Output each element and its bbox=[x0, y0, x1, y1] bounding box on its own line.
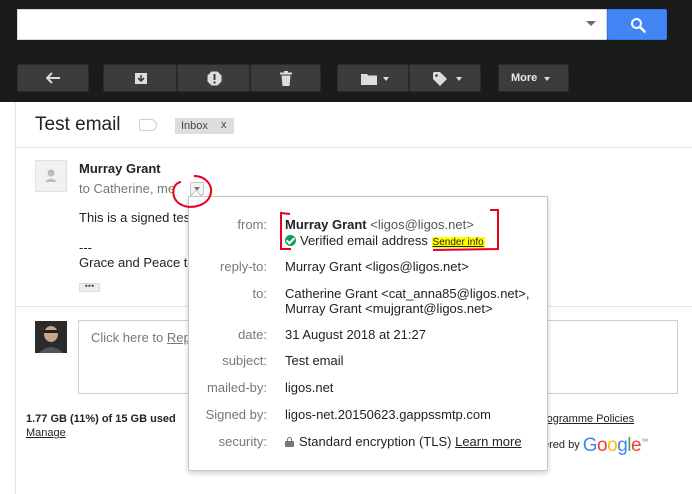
sender-info-link[interactable]: Sender info bbox=[431, 237, 485, 248]
importance-marker-icon[interactable] bbox=[139, 119, 157, 131]
manage-storage-link[interactable]: Manage bbox=[26, 427, 66, 439]
delete-button[interactable] bbox=[250, 64, 321, 92]
folder-icon bbox=[361, 74, 377, 85]
signed-by-label: Signed by: bbox=[205, 407, 267, 422]
google-logo: Google bbox=[582, 435, 642, 456]
powered-by-google: ered by Google™ bbox=[543, 435, 648, 457]
mailed-by-value: ligos.net bbox=[285, 380, 334, 395]
reply-prompt: Click here to Rep bbox=[91, 330, 191, 345]
security-label: security: bbox=[218, 434, 267, 449]
message-body-line: This is a signed tes bbox=[79, 210, 191, 225]
to-label: to: bbox=[252, 286, 267, 301]
more-button[interactable]: More bbox=[498, 64, 569, 92]
lock-icon bbox=[285, 437, 294, 447]
show-trimmed-content-button[interactable]: ••• bbox=[79, 282, 100, 292]
divider bbox=[16, 147, 692, 148]
verified-sender-row: Verified email address Sender info bbox=[285, 233, 485, 248]
more-label: More bbox=[511, 72, 538, 84]
reply-to-label: reply-to: bbox=[220, 259, 267, 274]
sender-avatar[interactable] bbox=[35, 160, 67, 192]
user-photo-icon bbox=[35, 321, 67, 353]
search-input[interactable] bbox=[17, 9, 607, 40]
message-details-popup: from: Murray Grant <ligos@ligos.net> Ver… bbox=[188, 196, 548, 471]
report-spam-button[interactable] bbox=[177, 64, 250, 92]
top-bar: More bbox=[0, 0, 692, 102]
mailed-by-label: mailed-by: bbox=[207, 380, 267, 395]
verified-check-icon bbox=[285, 235, 296, 246]
to-value-line: Catherine Grant <cat_anna85@ligos.net>, bbox=[285, 286, 530, 301]
inbox-label-text: Inbox bbox=[181, 120, 208, 132]
search-options-caret-icon[interactable] bbox=[586, 21, 596, 26]
security-value: Standard encryption (TLS) Learn more bbox=[285, 434, 522, 449]
search-button[interactable] bbox=[607, 9, 667, 40]
subject-value: Test email bbox=[285, 353, 344, 368]
learn-more-link[interactable]: Learn more bbox=[455, 434, 521, 449]
from-value: Murray Grant <ligos@ligos.net> bbox=[285, 217, 474, 232]
message-body-line: --- bbox=[79, 240, 92, 255]
remove-label-button[interactable]: x bbox=[221, 119, 227, 131]
programme-policies-link[interactable]: rogramme Policies bbox=[543, 413, 634, 425]
reply-arrow-icon bbox=[46, 72, 60, 84]
date-value: 31 August 2018 at 21:27 bbox=[285, 327, 426, 342]
storage-usage: 1.77 GB (11%) of 15 GB used bbox=[26, 413, 176, 425]
trash-icon bbox=[280, 71, 292, 86]
message-body-line: Grace and Peace to bbox=[79, 255, 195, 270]
chevron-down-icon bbox=[456, 77, 462, 81]
trademark-symbol: ™ bbox=[641, 438, 649, 446]
search-icon bbox=[631, 18, 646, 33]
chevron-down-icon bbox=[544, 77, 550, 81]
labels-button[interactable] bbox=[409, 64, 481, 92]
thread-subject: Test email bbox=[35, 114, 121, 135]
archive-icon bbox=[135, 73, 147, 84]
sender-name[interactable]: Murray Grant bbox=[79, 161, 161, 176]
chevron-down-icon bbox=[383, 77, 389, 81]
recipients-summary: to Catherine, me bbox=[79, 181, 176, 196]
to-value-line: Murray Grant <mujgrant@ligos.net> bbox=[285, 301, 493, 316]
signed-by-value: ligos-net.20150623.gappssmtp.com bbox=[285, 407, 491, 422]
report-spam-icon bbox=[207, 71, 222, 86]
archive-button[interactable] bbox=[103, 64, 177, 92]
user-avatar bbox=[35, 321, 67, 353]
date-label: date: bbox=[238, 327, 267, 342]
label-tag-icon bbox=[433, 72, 447, 86]
person-icon bbox=[45, 169, 57, 182]
move-to-button[interactable] bbox=[337, 64, 409, 92]
reply-to-value: Murray Grant <ligos@ligos.net> bbox=[285, 259, 469, 274]
from-label: from: bbox=[237, 217, 267, 232]
back-button[interactable] bbox=[17, 64, 89, 92]
subject-label: subject: bbox=[222, 353, 267, 368]
powered-by-text: ered by bbox=[543, 439, 580, 451]
inbox-label-chip[interactable]: Inbox x bbox=[175, 118, 234, 134]
